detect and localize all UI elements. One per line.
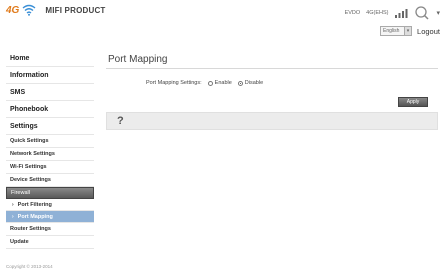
logout-link[interactable]: Logout [417,27,440,36]
bullet-icon: › [12,213,14,220]
product-name: MIFI PRODUCT [45,5,106,15]
language-row: English ▾ Logout [380,26,440,36]
chevron-down-icon[interactable]: ▾ [436,9,440,17]
sidebar-item-phonebook[interactable]: Phonebook [6,101,94,118]
logo: 4G MIFI PRODUCT [6,4,106,16]
sidebar-item-label: Port Mapping [17,213,53,220]
sidebar-item-port-mapping[interactable]: › Port Mapping [6,211,94,223]
disable-radio[interactable]: Disable [237,80,264,86]
sidebar-item-wifi-settings[interactable]: Wi-Fi Settings [6,161,94,174]
status-area: EVDO 4G(EHS) ▾ [345,6,440,20]
title-divider [106,68,438,69]
radio-button-icon [207,80,213,86]
radio-button-selected-icon [237,80,243,86]
language-select[interactable]: English ▾ [380,26,413,36]
language-value: English [383,28,400,34]
help-icon[interactable]: ? [117,115,124,127]
wifi-icon [22,4,36,16]
enable-radio[interactable]: Enable [207,80,232,86]
network-type: EVDO [344,10,361,16]
sidebar-item-device-settings[interactable]: Device Settings [6,174,94,187]
sidebar-item-sms[interactable]: SMS [6,84,94,101]
help-bar: ? [106,112,438,130]
apply-button[interactable]: Apply [398,97,428,107]
disable-label: Disable [244,80,264,86]
sidebar: Home Information SMS Phonebook Settings … [6,50,94,249]
sidebar-item-router-settings[interactable]: Router Settings [6,223,94,236]
enable-label: Enable [214,80,232,86]
bullet-icon: › [12,201,14,208]
sidebar-item-network-settings[interactable]: Network Settings [6,148,94,161]
setting-label: Port Mapping Settings: [146,80,202,86]
page-title: Port Mapping [108,53,168,65]
main-content: Port Mapping Port Mapping Settings: Enab… [106,50,438,130]
sidebar-item-update[interactable]: Update [6,236,94,249]
sidebar-section-firewall[interactable]: Firewall [6,187,94,199]
sidebar-item-quick-settings[interactable]: Quick Settings [6,135,94,148]
sidebar-item-home[interactable]: Home [6,50,94,67]
chevron-down-icon: ▾ [404,27,412,35]
user-icon[interactable] [414,6,430,20]
sidebar-item-settings[interactable]: Settings [6,118,94,135]
header: 4G MIFI PRODUCT EVDO 4G(EHS) ▾ English ▾… [0,0,446,36]
logo-4g: 4G [6,4,20,16]
sidebar-item-label: Port Filtering [17,201,52,208]
signal-icon [395,9,408,18]
network-status: 4G(EHS) [366,10,389,16]
sidebar-item-port-filtering[interactable]: › Port Filtering [6,199,94,211]
port-mapping-setting-row: Port Mapping Settings: Enable Disable [146,80,263,86]
copyright: Copyright © 2013-2014 [6,264,53,269]
sidebar-item-information[interactable]: Information [6,67,94,84]
